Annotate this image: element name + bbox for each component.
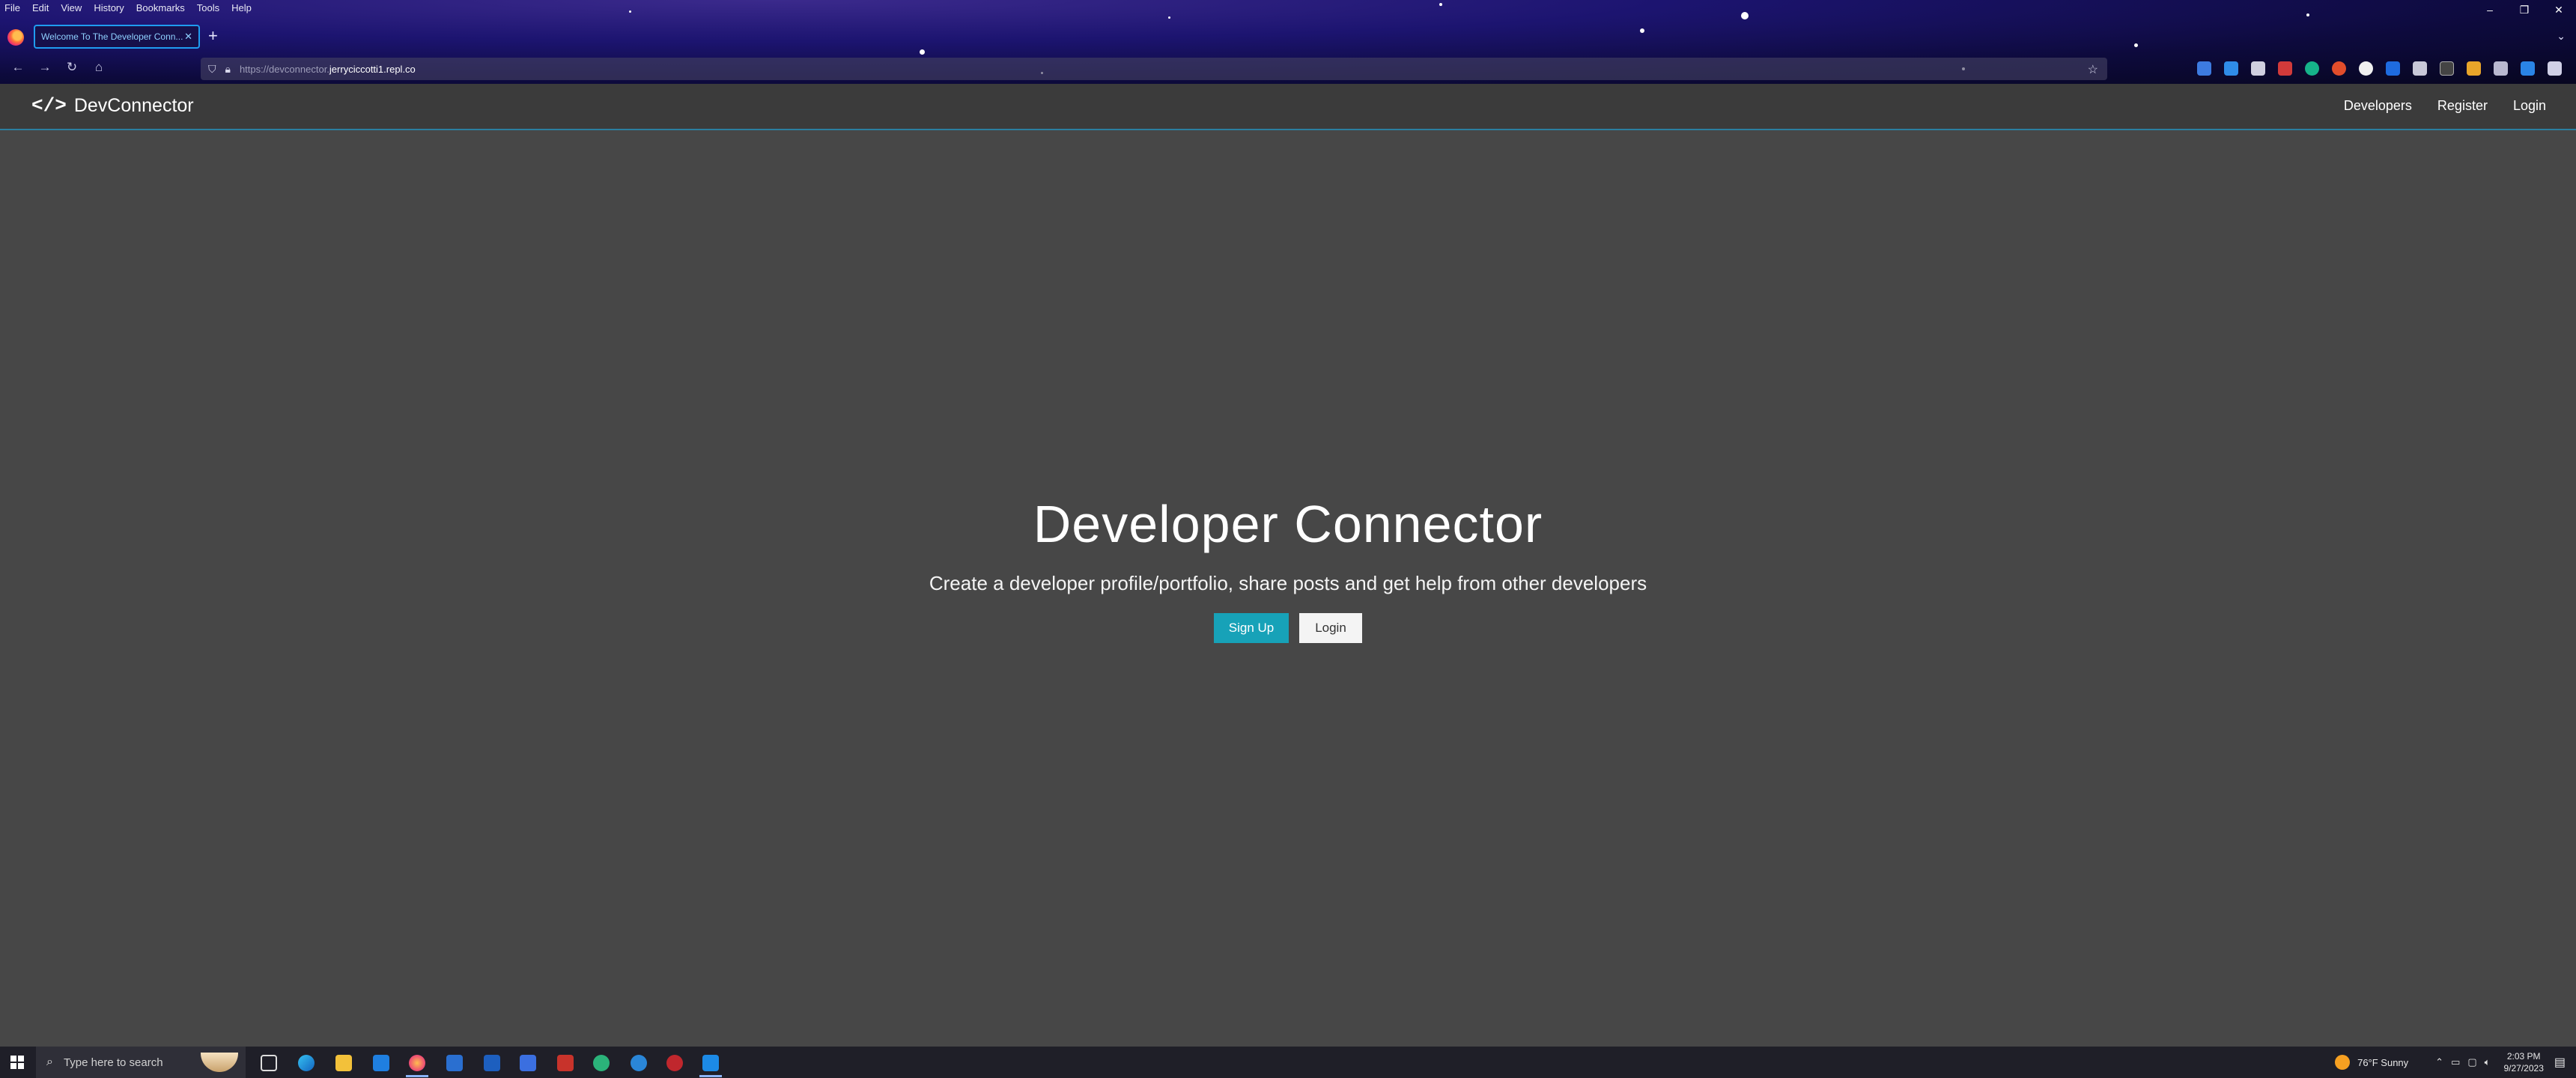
nav-links: Developers Register Login xyxy=(2318,98,2546,114)
browser-menu-bar: File Edit View History Bookmarks Tools H… xyxy=(0,0,264,15)
code-icon: </> xyxy=(31,94,67,117)
site-navbar: </> DevConnector Developers Register Log… xyxy=(0,84,2576,130)
menu-bookmarks[interactable]: Bookmarks xyxy=(136,2,185,13)
c-app-icon[interactable] xyxy=(631,1055,647,1071)
window-controls: – ❐ ✕ xyxy=(2473,0,2576,19)
extension-icon[interactable] xyxy=(2386,61,2400,76)
forward-icon[interactable]: → xyxy=(36,60,54,75)
search-highlight-image xyxy=(201,1053,238,1072)
u-app-icon[interactable] xyxy=(593,1055,610,1071)
menu-edit[interactable]: Edit xyxy=(32,2,49,13)
extension-icon[interactable] xyxy=(2332,61,2346,76)
nav-developers-link[interactable]: Developers xyxy=(2344,98,2412,114)
taskbar-clock[interactable]: 2:03 PM 9/27/2023 xyxy=(2503,1050,2543,1074)
url-text[interactable]: https://devconnector.jerryciccotti1.repl… xyxy=(240,64,416,75)
network-icon[interactable]: ▢ xyxy=(2467,1056,2476,1068)
menu-view[interactable]: View xyxy=(61,2,82,13)
system-tray: 76°F Sunny ⌃ ▭ ▢ 🔈︎ 2:03 PM 9/27/2023 ▤ xyxy=(2335,1047,2576,1078)
defender-icon[interactable] xyxy=(484,1055,500,1071)
mail-icon[interactable] xyxy=(373,1055,389,1071)
tab-bar: Welcome To The Developer Conn... ✕ + ⌄ xyxy=(0,22,2576,52)
extension-icon[interactable] xyxy=(2278,61,2292,76)
page-title: Developer Connector xyxy=(1033,495,1543,553)
menu-icon[interactable] xyxy=(2548,61,2562,76)
background-star xyxy=(1741,12,1749,19)
extension-icon[interactable] xyxy=(2521,61,2535,76)
weather-widget[interactable]: 76°F Sunny xyxy=(2357,1057,2408,1068)
firefox-taskbar-icon[interactable] xyxy=(409,1055,425,1071)
extension-icon[interactable] xyxy=(2251,61,2265,76)
brand-link[interactable]: </> DevConnector xyxy=(31,94,194,117)
extension-icon[interactable] xyxy=(2494,61,2508,76)
sign-up-button[interactable]: Sign Up xyxy=(1214,613,1289,643)
store-icon[interactable] xyxy=(446,1055,463,1071)
extension-icon[interactable] xyxy=(2197,61,2211,76)
firefox-icon xyxy=(7,29,24,46)
windows-start-icon[interactable] xyxy=(10,1056,24,1069)
background-star xyxy=(1168,16,1170,19)
minimize-button[interactable]: – xyxy=(2473,0,2507,19)
background-star xyxy=(1439,3,1442,6)
extension-toolbar xyxy=(2197,61,2575,76)
background-star xyxy=(629,10,631,13)
nav-login-link[interactable]: Login xyxy=(2513,98,2546,114)
video-app-icon[interactable] xyxy=(557,1055,574,1071)
p-app-icon[interactable] xyxy=(520,1055,536,1071)
windows-taskbar: ⌕ Type here to search 76°F Sunny ⌃ ▭ ▢ 🔈… xyxy=(0,1047,2576,1078)
tracking-shield-icon[interactable]: ⛉ xyxy=(208,63,216,76)
home-icon[interactable]: ⌂ xyxy=(90,60,108,75)
url-bar[interactable]: ⛉ 🔒︎ https://devconnector.jerryciccotti1… xyxy=(201,58,2107,80)
browser-toolbar: ← → ↻ ⌂ ⛉ 🔒︎ https://devconnector.jerryc… xyxy=(0,55,2576,82)
close-tab-icon[interactable]: ✕ xyxy=(184,31,192,43)
menu-file[interactable]: File xyxy=(4,2,20,13)
login-button[interactable]: Login xyxy=(1299,613,1362,643)
landing-inner: Developer Connector Create a developer p… xyxy=(0,494,2576,643)
back-icon[interactable]: ← xyxy=(9,60,27,75)
tab-title: Welcome To The Developer Conn... xyxy=(41,31,183,42)
landing-buttons: Sign Up Login xyxy=(0,613,2576,643)
clock-date: 9/27/2023 xyxy=(2503,1063,2544,1074)
bookmark-star-icon[interactable]: ☆ xyxy=(2088,62,2098,77)
show-hidden-icons[interactable]: ⌃ xyxy=(2435,1056,2443,1068)
page-subtitle: Create a developer profile/portfolio, sh… xyxy=(929,572,1647,594)
menu-tools[interactable]: Tools xyxy=(197,2,219,13)
extension-icon[interactable] xyxy=(2224,61,2238,76)
task-view-icon[interactable] xyxy=(261,1055,277,1071)
reload-icon[interactable]: ↻ xyxy=(63,60,81,75)
extension-icon[interactable] xyxy=(2413,61,2427,76)
extension-icon[interactable] xyxy=(2305,61,2319,76)
menu-help[interactable]: Help xyxy=(231,2,252,13)
browser-chrome: File Edit View History Bookmarks Tools H… xyxy=(0,0,2576,84)
taskbar-search[interactable]: ⌕ Type here to search xyxy=(36,1047,246,1078)
search-placeholder: Type here to search xyxy=(63,1056,163,1069)
browser-tab-active[interactable]: Welcome To The Developer Conn... ✕ xyxy=(34,25,200,49)
notification-icon[interactable]: ▤ xyxy=(2554,1055,2566,1070)
record-app-icon[interactable] xyxy=(666,1055,683,1071)
sun-icon[interactable] xyxy=(2335,1055,2351,1070)
extension-icon[interactable] xyxy=(2440,61,2454,76)
active-app-indicator xyxy=(699,1075,722,1077)
vscode-icon[interactable] xyxy=(702,1055,719,1071)
new-tab-icon[interactable]: + xyxy=(208,28,218,44)
brand-name: DevConnector xyxy=(73,94,194,116)
clock-time: 2:03 PM xyxy=(2506,1051,2541,1062)
restore-button[interactable]: ❐ xyxy=(2507,0,2542,19)
extension-icon[interactable] xyxy=(2359,61,2373,76)
device-icon[interactable]: ▭ xyxy=(2451,1056,2460,1068)
lock-icon[interactable]: 🔒︎ xyxy=(225,63,231,76)
volume-icon[interactable]: 🔈︎ xyxy=(2485,1056,2491,1068)
edge-icon[interactable] xyxy=(298,1055,315,1071)
active-app-indicator xyxy=(406,1075,428,1077)
search-icon: ⌕ xyxy=(46,1056,53,1068)
close-window-button[interactable]: ✕ xyxy=(2542,0,2576,19)
landing-section: Developer Connector Create a developer p… xyxy=(0,132,2576,1047)
extension-icon[interactable] xyxy=(2467,61,2481,76)
file-explorer-icon[interactable] xyxy=(335,1055,352,1071)
menu-history[interactable]: History xyxy=(94,2,124,13)
nav-register-link[interactable]: Register xyxy=(2437,98,2488,114)
background-star xyxy=(2306,13,2309,16)
list-all-tabs-icon[interactable]: ⌄ xyxy=(2557,30,2566,43)
